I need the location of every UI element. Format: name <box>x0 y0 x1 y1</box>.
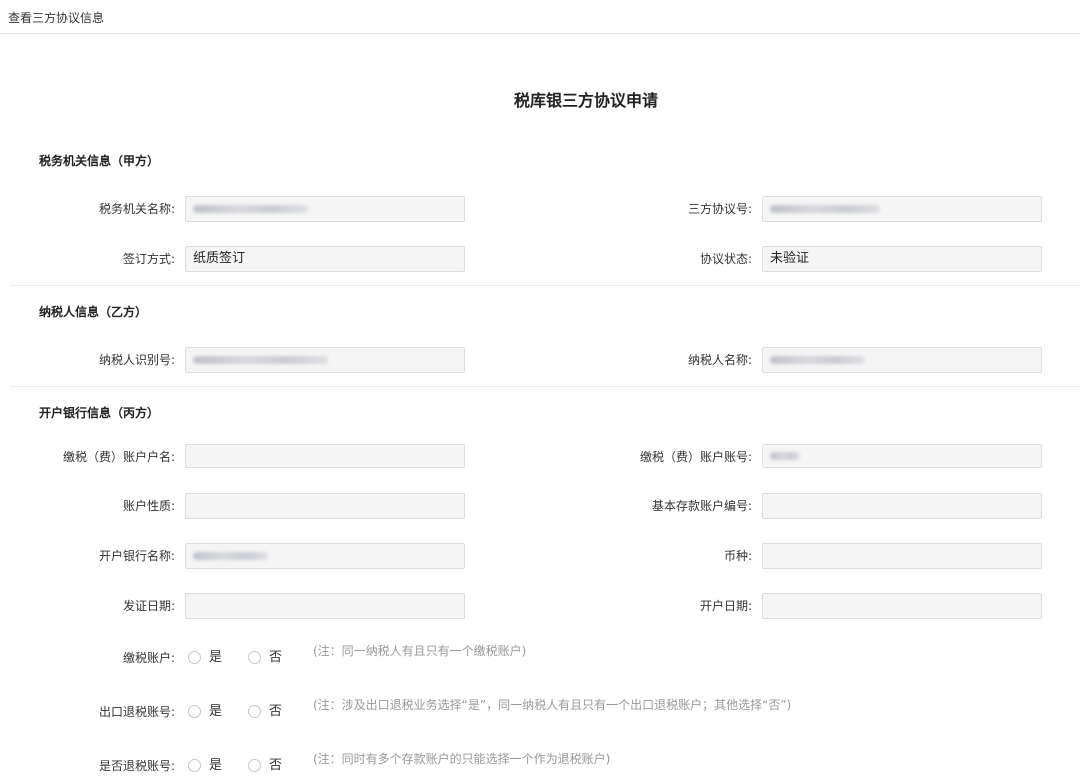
window-title: 查看三方协议信息 <box>8 11 105 25</box>
radio-tax-account-yes[interactable] <box>188 651 201 664</box>
label-account-number: 缴税（费）账户账号: <box>639 450 752 464</box>
account-number-field[interactable] <box>762 444 1042 468</box>
redacted-value <box>770 205 880 213</box>
agreement-status-field[interactable]: 未验证 <box>762 246 1042 272</box>
agreement-no-field[interactable] <box>762 196 1042 222</box>
section-divider <box>10 386 1080 387</box>
radio-yes-label: 是 <box>209 650 223 665</box>
radio-tax-account-no[interactable] <box>248 651 261 664</box>
note-is-refund: (注：同时有多个存款账户的只能选择一个作为退税账户) <box>313 752 611 766</box>
basic-deposit-no-field[interactable] <box>762 493 1042 519</box>
section-divider <box>10 285 1080 286</box>
radio-row-is-refund: 是否退税账号: 是 否 (注：同时有多个存款账户的只能选择一个作为退税账户) <box>0 752 1080 779</box>
radio-is-refund-no[interactable] <box>248 759 261 772</box>
radio-export-refund-no[interactable] <box>248 705 261 718</box>
label-open-date: 开户日期: <box>699 599 752 613</box>
label-agreement-no: 三方协议号: <box>687 202 752 216</box>
label-tax-account: 缴税账户: <box>122 651 175 665</box>
taxpayer-name-field[interactable] <box>762 347 1042 373</box>
label-taxpayer-name: 纳税人名称: <box>687 353 752 367</box>
open-date-field[interactable] <box>762 593 1042 619</box>
form-title: 税库银三方协议申请 <box>513 91 658 110</box>
section-title-taxpayer: 纳税人信息（乙方） <box>39 305 148 319</box>
note-export-refund: (注：涉及出口退税业务选择“是”，同一纳税人有且只有一个出口退税账户；其他选择“… <box>313 698 792 712</box>
section-title-bank: 开户银行信息（丙方） <box>39 406 160 420</box>
note-tax-account: (注：同一纳税人有且只有一个缴税账户) <box>313 644 527 658</box>
radio-yes-label: 是 <box>209 704 223 719</box>
radio-export-refund-yes[interactable] <box>188 705 201 718</box>
radio-no-label: 否 <box>269 650 283 665</box>
label-basic-deposit-no: 基本存款账户编号: <box>651 499 752 513</box>
currency-field[interactable] <box>762 543 1042 569</box>
radio-row-export-refund: 出口退税账号: 是 否 (注：涉及出口退税业务选择“是”，同一纳税人有且只有一个… <box>0 698 1080 725</box>
label-is-refund: 是否退税账号: <box>98 759 175 773</box>
radio-is-refund-yes[interactable] <box>188 759 201 772</box>
label-agreement-status: 协议状态: <box>699 252 752 266</box>
label-currency: 币种: <box>723 549 752 563</box>
redacted-value <box>770 356 865 364</box>
radio-yes-label: 是 <box>209 758 223 773</box>
radio-no-label: 否 <box>269 758 283 773</box>
radio-row-tax-account: 缴税账户: 是 否 (注：同一纳税人有且只有一个缴税账户) <box>0 644 1080 671</box>
radio-no-label: 否 <box>269 704 283 719</box>
section-title-tax-office: 税务机关信息（甲方） <box>39 154 160 168</box>
redacted-value <box>770 452 800 460</box>
label-export-refund: 出口退税账号: <box>98 705 175 719</box>
header-bar: 查看三方协议信息 <box>0 0 1080 34</box>
